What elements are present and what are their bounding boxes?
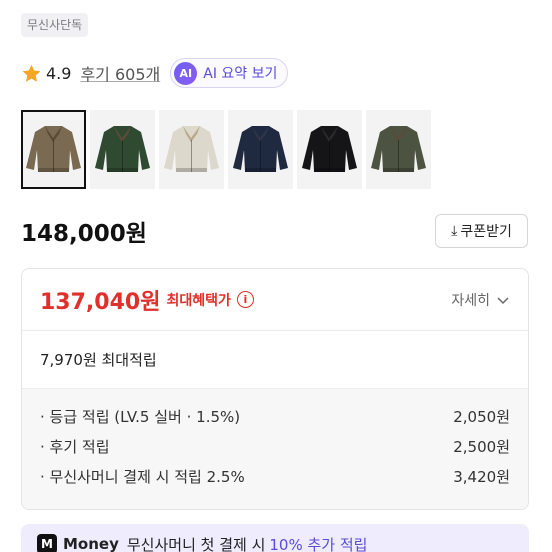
rating-score: 4.9 — [46, 63, 72, 83]
review-count-link[interactable]: 후기 605개 — [80, 61, 160, 85]
info-icon[interactable]: i — [236, 291, 254, 308]
max-benefit-label: 최대혜택가 — [166, 292, 231, 309]
money-brand: Money — [63, 535, 119, 552]
jacket-image — [95, 126, 150, 172]
thumbnail-strip — [21, 110, 431, 189]
jacket-image — [371, 126, 426, 172]
points-breakdown: · 등급 적립 (LV.5 실버 · 1.5%) 2,050원 · 후기 적립 … — [22, 389, 528, 509]
product-thumbnail[interactable] — [297, 110, 362, 189]
jacket-image — [302, 126, 357, 172]
coupon-button[interactable]: ⤓ 쿠폰받기 — [435, 214, 528, 248]
ai-icon: AI — [174, 61, 198, 85]
benefit-panel: 137,040원 최대혜택가 i 자세히 7,970원 최대적립 · 등급 적립… — [21, 268, 529, 510]
points-row: · 후기 적립 2,500원 — [40, 431, 510, 461]
money-logo-icon: M — [37, 534, 57, 552]
points-row-label: · 무신사머니 결제 시 적립 2.5% — [40, 467, 245, 486]
points-row-value: 2,050원 — [453, 407, 510, 426]
exclusive-badge: 무신사단독 — [21, 13, 89, 37]
money-promo-banner[interactable]: M Money 무신사머니 첫 결제 시 10% 추가 적립 — [21, 524, 529, 552]
product-thumbnail[interactable] — [21, 110, 86, 189]
star-icon — [22, 64, 41, 82]
ai-summary-button[interactable]: AI AI 요약 보기 — [170, 58, 289, 88]
ai-summary-label: AI 요약 보기 — [203, 66, 278, 82]
points-row-value: 3,420원 — [453, 467, 510, 486]
download-icon: ⤓ — [451, 223, 458, 239]
rating-row: 4.9 후기 605개 AI AI 요약 보기 — [21, 58, 289, 88]
jacket-image — [233, 126, 288, 172]
product-thumbnail[interactable] — [159, 110, 224, 189]
max-benefit-price: 137,040원 — [40, 289, 161, 315]
money-promo-highlight: 10% 추가 적립 — [269, 535, 368, 552]
product-thumbnail[interactable] — [228, 110, 293, 189]
points-summary: 7,970원 최대적립 — [22, 331, 528, 389]
points-row-label: · 후기 적립 — [40, 437, 110, 456]
detail-toggle[interactable]: 자세히 — [451, 290, 510, 310]
points-row-value: 2,500원 — [453, 437, 510, 456]
points-row: · 등급 적립 (LV.5 실버 · 1.5%) 2,050원 — [40, 401, 510, 431]
product-thumbnail[interactable] — [90, 110, 155, 189]
money-promo-text: 무신사머니 첫 결제 시 — [126, 535, 266, 552]
original-price: 148,000원 — [21, 221, 147, 247]
jacket-image — [26, 126, 81, 172]
points-row-label: · 등급 적립 (LV.5 실버 · 1.5%) — [40, 407, 241, 426]
product-thumbnail[interactable] — [366, 110, 431, 189]
coupon-button-label: 쿠폰받기 — [460, 224, 512, 240]
jacket-image — [164, 126, 219, 172]
points-row: · 무신사머니 결제 시 적립 2.5% 3,420원 — [40, 461, 510, 491]
chevron-down-icon — [497, 296, 509, 304]
benefit-header: 137,040원 최대혜택가 i 자세히 — [22, 269, 528, 331]
detail-label: 자세히 — [451, 292, 490, 309]
